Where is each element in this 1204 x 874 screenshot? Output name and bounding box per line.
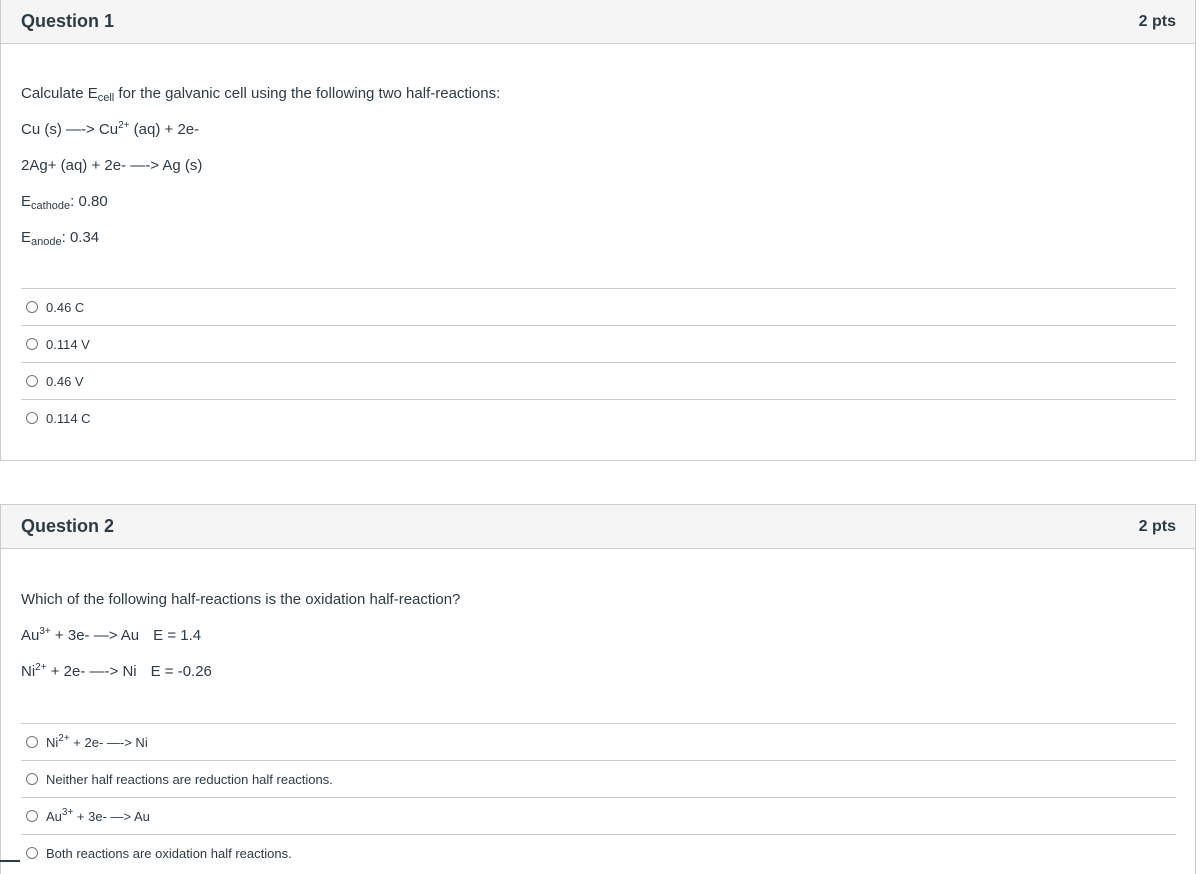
answer-option[interactable]: 0.46 V [21,362,1176,399]
question-1-cathode: Ecathode: 0.80 [21,193,108,212]
question-2-points: 2 pts [1138,517,1176,535]
question-2-header: Question 2 2 pts [1,505,1195,549]
answer-option[interactable]: 0.46 C [21,288,1176,325]
answer-option[interactable]: Au3+ + 3e- —> Au [21,797,1176,834]
question-1-title: Question 1 [21,11,115,31]
question-1-anode: Eanode: 0.34 [21,229,100,248]
question-2-reaction-1: Au3+ + 3e- —> Au E = 1.4 [21,626,202,645]
answer-option[interactable]: 0.114 C [21,399,1176,436]
radio-button[interactable] [26,412,38,424]
radio-button[interactable] [26,375,38,387]
radio-button[interactable] [26,773,38,785]
question-1-reaction-2: 2Ag+ (aq) + 2e- —-> Ag (s) [21,157,203,174]
question-2-prompt: Which of the following half-reactions is… [21,591,461,608]
question-1-points: 2 pts [1138,12,1176,30]
question-1-reaction-1: Cu (s) —-> Cu2+ (aq) + 2e- [21,120,200,139]
radio-button[interactable] [26,736,38,748]
radio-button[interactable] [26,810,38,822]
answer-option[interactable]: Ni2+ + 2e- —-> Ni [21,723,1176,760]
answer-option[interactable]: 0.114 V [21,325,1176,362]
question-2-reaction-2: Ni2+ + 2e- —-> Ni E = -0.26 [21,662,212,681]
radio-button[interactable] [26,847,38,859]
answer-option[interactable]: Neither half reactions are reduction hal… [21,760,1176,797]
question-2-answers: Ni2+ + 2e- —-> Ni Neither half reactions… [21,723,1176,871]
question-1-prompt: Calculate Ecell for the galvanic cell us… [21,85,501,104]
question-1-card: Question 1 2 pts Calculate Ecell for the… [0,0,1196,461]
radio-button[interactable] [26,301,38,313]
answer-option[interactable]: Both reactions are oxidation half reacti… [21,834,1176,871]
question-1-answers: 0.46 C 0.114 V 0.46 V 0.114 C [21,288,1176,436]
question-2-title: Question 2 [21,516,115,536]
question-2-card: Question 2 2 pts Which of the following … [0,504,1196,874]
radio-button[interactable] [26,338,38,350]
question-1-header: Question 1 2 pts [1,0,1195,44]
